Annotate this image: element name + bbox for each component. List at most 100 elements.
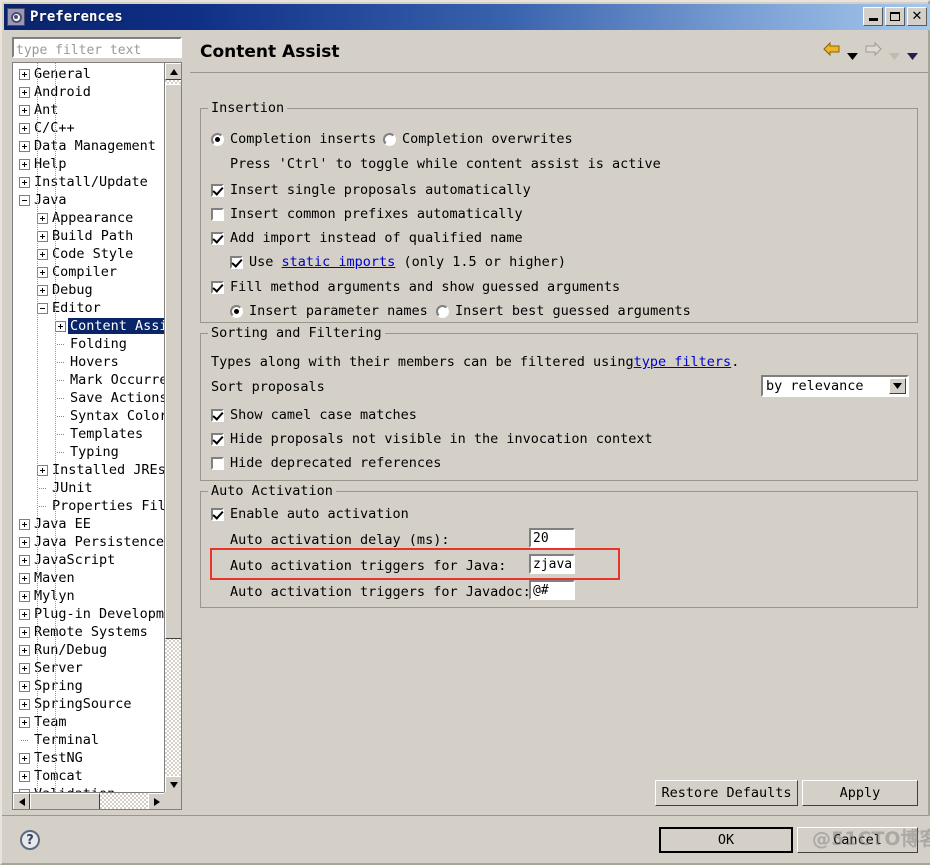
expand-icon[interactable]: [19, 626, 30, 638]
sidebar-item-code-style[interactable]: Code Style: [13, 245, 165, 263]
expand-icon[interactable]: [19, 68, 30, 80]
sidebar-item-maven[interactable]: Maven: [13, 569, 165, 587]
expand-icon[interactable]: [19, 680, 30, 692]
expand-icon[interactable]: [19, 590, 30, 602]
sidebar-item-remote-systems[interactable]: Remote Systems: [13, 623, 165, 641]
sidebar-item-syntax-coloring[interactable]: Syntax Coloring: [13, 407, 165, 425]
enable-auto-activation-checkbox[interactable]: Enable auto activation: [211, 506, 409, 522]
sidebar-item-mark-occurrences[interactable]: Mark Occurrences: [13, 371, 165, 389]
expand-icon[interactable]: [19, 176, 30, 188]
insert-parameter-names-radio[interactable]: Insert parameter names: [230, 303, 428, 319]
expand-icon[interactable]: [19, 86, 30, 98]
ok-button[interactable]: OK: [659, 827, 793, 853]
expand-icon[interactable]: [37, 284, 48, 296]
sidebar-item-editor[interactable]: Editor: [13, 299, 165, 317]
auto-activation-delay-input[interactable]: 20: [529, 528, 575, 548]
hide-not-visible-checkbox[interactable]: Hide proposals not visible in the invoca…: [211, 431, 653, 447]
sidebar-item-build-path[interactable]: Build Path: [13, 227, 165, 245]
static-imports-link[interactable]: static imports: [282, 254, 396, 270]
hscroll-thumb[interactable]: [30, 793, 100, 809]
hide-deprecated-checkbox[interactable]: Hide deprecated references: [211, 455, 441, 471]
collapse-icon[interactable]: [19, 194, 30, 206]
sidebar-item-c-c[interactable]: C/C++: [13, 119, 165, 137]
sidebar-item-content-assist[interactable]: Content Assist: [13, 317, 165, 335]
sidebar-item-compiler[interactable]: Compiler: [13, 263, 165, 281]
expand-icon[interactable]: [19, 770, 30, 782]
sidebar-item-plug-in-development[interactable]: Plug-in Development: [13, 605, 165, 623]
sidebar-item-java-ee[interactable]: Java EE: [13, 515, 165, 533]
expand-icon[interactable]: [19, 698, 30, 710]
collapse-icon[interactable]: [37, 302, 48, 314]
back-arrow-icon[interactable]: [823, 42, 840, 56]
cancel-button[interactable]: Cancel: [797, 827, 918, 853]
expand-icon[interactable]: [19, 752, 30, 764]
use-static-imports-checkbox[interactable]: Use static imports (only 1.5 or higher): [230, 254, 566, 270]
restore-defaults-button[interactable]: Restore Defaults: [655, 780, 798, 806]
expand-icon[interactable]: [19, 140, 30, 152]
expand-icon[interactable]: [19, 554, 30, 566]
search-input[interactable]: [14, 42, 180, 59]
sidebar-item-hovers[interactable]: Hovers: [13, 353, 165, 371]
sidebar-item-debug[interactable]: Debug: [13, 281, 165, 299]
hscroll-track[interactable]: [30, 793, 148, 809]
sidebar-item-junit[interactable]: JUnit: [13, 479, 165, 497]
scroll-left-button[interactable]: [13, 793, 30, 809]
sidebar-item-testng[interactable]: TestNG: [13, 749, 165, 767]
expand-icon[interactable]: [37, 266, 48, 278]
expand-icon[interactable]: [19, 536, 30, 548]
sidebar-item-install-update[interactable]: Install/Update: [13, 173, 165, 191]
show-camel-case-checkbox[interactable]: Show camel case matches: [211, 407, 417, 423]
sidebar-item-help[interactable]: Help: [13, 155, 165, 173]
insert-best-guessed-radio[interactable]: Insert best guessed arguments: [436, 303, 691, 319]
expand-icon[interactable]: [19, 104, 30, 116]
view-menu-dropdown-icon[interactable]: [907, 45, 918, 60]
vscroll-track[interactable]: [165, 80, 181, 776]
sidebar-item-tomcat[interactable]: Tomcat: [13, 767, 165, 785]
sidebar-item-run-debug[interactable]: Run/Debug: [13, 641, 165, 659]
sidebar-item-team[interactable]: Team: [13, 713, 165, 731]
expand-icon[interactable]: [19, 608, 30, 620]
expand-icon[interactable]: [19, 716, 30, 728]
completion-inserts-radio[interactable]: Completion inserts: [211, 131, 376, 147]
auto-activation-javadoc-input[interactable]: @#: [529, 580, 575, 600]
chevron-down-icon[interactable]: [889, 378, 906, 394]
sidebar-item-data-management[interactable]: Data Management: [13, 137, 165, 155]
tree-horizontal-scrollbar[interactable]: [13, 792, 165, 809]
type-filters-link[interactable]: type filters: [634, 354, 732, 370]
sidebar-item-javascript[interactable]: JavaScript: [13, 551, 165, 569]
expand-icon[interactable]: [19, 572, 30, 584]
expand-icon[interactable]: [19, 644, 30, 656]
sidebar-item-server[interactable]: Server: [13, 659, 165, 677]
auto-activation-java-input[interactable]: zjava: [529, 554, 575, 574]
insert-common-prefixes-checkbox[interactable]: Insert common prefixes automatically: [211, 206, 523, 222]
scroll-up-button[interactable]: [165, 63, 181, 80]
expand-icon[interactable]: [37, 212, 48, 224]
sidebar-item-installed-jres[interactable]: Installed JREs: [13, 461, 165, 479]
sidebar-item-templates[interactable]: Templates: [13, 425, 165, 443]
sidebar-item-properties-files-editor[interactable]: Properties Files Editor: [13, 497, 165, 515]
scroll-right-button[interactable]: [148, 793, 165, 809]
expand-icon[interactable]: [19, 158, 30, 170]
sidebar-item-appearance[interactable]: Appearance: [13, 209, 165, 227]
back-dropdown-icon[interactable]: [847, 45, 858, 60]
sidebar-item-save-actions[interactable]: Save Actions: [13, 389, 165, 407]
sidebar-item-general[interactable]: General: [13, 65, 165, 83]
maximize-button[interactable]: [885, 7, 905, 26]
expand-icon[interactable]: [37, 230, 48, 242]
tree-vertical-scrollbar[interactable]: [164, 63, 181, 793]
sidebar-item-typing[interactable]: Typing: [13, 443, 165, 461]
sidebar-item-spring[interactable]: Spring: [13, 677, 165, 695]
expand-icon[interactable]: [37, 464, 48, 476]
sidebar-item-java[interactable]: Java: [13, 191, 165, 209]
scroll-down-button[interactable]: [165, 776, 181, 793]
minimize-button[interactable]: [863, 7, 883, 26]
sidebar-item-java-persistence[interactable]: Java Persistence: [13, 533, 165, 551]
sort-proposals-dropdown[interactable]: by relevance: [761, 375, 909, 397]
completion-overwrites-radio[interactable]: Completion overwrites: [383, 131, 573, 147]
expand-icon[interactable]: [19, 122, 30, 134]
sidebar-item-android[interactable]: Android: [13, 83, 165, 101]
add-import-checkbox[interactable]: Add import instead of qualified name: [211, 230, 523, 246]
expand-icon[interactable]: [55, 320, 66, 332]
close-button[interactable]: ✕: [907, 7, 927, 26]
insert-single-proposals-checkbox[interactable]: Insert single proposals automatically: [211, 182, 531, 198]
